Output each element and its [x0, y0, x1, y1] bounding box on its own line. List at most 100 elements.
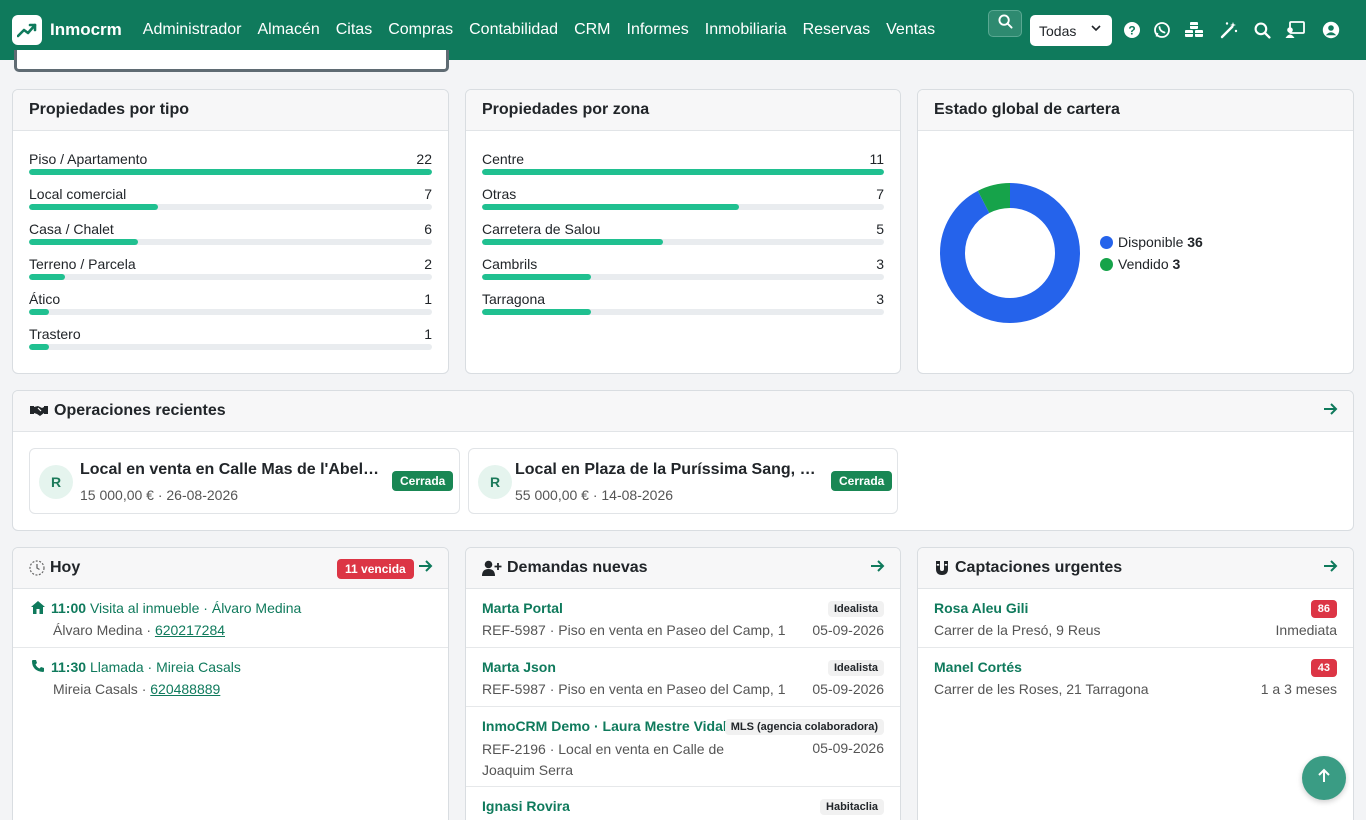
arrow-right-icon[interactable] [1322, 401, 1338, 422]
arrow-right-icon[interactable] [1322, 558, 1338, 579]
bar-row: Casa / Chalet 6 [29, 213, 432, 248]
user-screen-icon[interactable] [1285, 20, 1305, 40]
trending-up-icon [12, 15, 42, 45]
bar-row: Tarragona 3 [482, 283, 884, 318]
agenda-line: 11:30 Llamada · Mireia Casals [51, 659, 241, 675]
previous-card-bottom [14, 50, 449, 72]
source-badge: MLS (agencia colaboradora) [724, 719, 884, 735]
back-to-top-button[interactable] [1302, 756, 1346, 800]
listing-item[interactable]: Manel Cortés 43 Carrer de les Roses, 21 … [918, 648, 1353, 707]
agenda-description: Visita al inmueble · Álvaro Medina [89, 600, 302, 616]
help-icon[interactable]: ? [1122, 20, 1142, 40]
phone-link[interactable]: 620488889 [150, 681, 220, 697]
bar-fill [482, 239, 663, 245]
source-badge: Habitaclia [820, 799, 884, 815]
chart-legend: Disponible 36 Vendido 3 [1100, 234, 1203, 278]
bar-value: 3 [876, 291, 884, 307]
agenda-item[interactable]: 11:30 Llamada · Mireia Casals Mireia Cas… [13, 648, 448, 707]
card-header: Operaciones recientes [13, 391, 1353, 432]
card-title: Propiedades por tipo [13, 90, 448, 131]
operation-subtitle: 15 000,00 € · 26-08-2026 [80, 487, 239, 503]
magic-wand-icon[interactable] [1219, 20, 1239, 40]
brand-name: Inmocrm [50, 20, 122, 39]
nav-ventas[interactable]: Ventas [878, 0, 943, 60]
demand-item[interactable]: Marta Portal Idealista REF-5987 · Piso e… [466, 589, 900, 648]
search-icon[interactable] [1252, 20, 1272, 40]
source-badge: Idealista [827, 601, 884, 617]
arrow-right-icon[interactable] [869, 558, 885, 579]
company-select-value: Todas [1039, 22, 1077, 39]
bar-value: 1 [424, 326, 432, 342]
company-select[interactable]: Todas [1030, 15, 1112, 46]
bar-fill [29, 239, 138, 245]
agenda-line: 11:00 Visita al inmueble · Álvaro Medina [51, 600, 301, 616]
demand-item[interactable]: Ignasi Rovira Habitaclia [466, 787, 900, 820]
bar-fill [482, 309, 591, 315]
score-badge: 43 [1310, 659, 1337, 677]
nav-inmobiliaria[interactable]: Inmobiliaria [697, 0, 795, 60]
listing-item[interactable]: Rosa Aleu Gili 86 Carrer de la Presó, 9 … [918, 589, 1353, 648]
operation-title: Local en venta en Calle Mas de l'Abell..… [80, 461, 380, 478]
bar-fill [482, 274, 591, 280]
listing-owner[interactable]: Rosa Aleu Gili [934, 600, 1028, 616]
bar-value: 6 [424, 221, 432, 237]
bar-value: 1 [424, 291, 432, 307]
agenda-contact: Álvaro Medina · 620217284 [53, 622, 225, 638]
demand-reference-line2: Joaquim Serra [482, 762, 574, 778]
demand-date: 05-09-2026 [812, 681, 884, 697]
magnet-icon [934, 560, 950, 576]
card-title: Demandas nuevas [507, 559, 648, 576]
demand-item[interactable]: Marta Json Idealista REF-5987 · Piso en … [466, 648, 900, 707]
legend-label: Vendido [1118, 256, 1169, 272]
nav-informes[interactable]: Informes [619, 0, 697, 60]
demand-reference: REF-5987 · Piso en venta en Paseo del Ca… [482, 622, 786, 638]
card-title: Hoy [50, 559, 81, 576]
properties-by-zone-card: Propiedades por zona Centre 11 Otras 7 Carre… [465, 89, 901, 374]
brand[interactable]: Inmocrm [12, 15, 122, 45]
listing-owner[interactable]: Manel Cortés [934, 659, 1022, 675]
bar-row: Trastero 1 [29, 318, 432, 353]
bar-fill [29, 274, 66, 280]
user-circle-icon[interactable] [1321, 20, 1341, 40]
demand-name[interactable]: Marta Portal [482, 600, 563, 616]
menu-search-button[interactable] [988, 10, 1022, 37]
bar-value: 11 [869, 151, 884, 167]
demand-name[interactable]: Marta Json [482, 659, 556, 675]
whatsapp-icon[interactable] [1152, 20, 1172, 40]
nav-reservas[interactable]: Reservas [795, 0, 879, 60]
operation-title: Local en Plaza de la Puríssima Sang, Ce.… [515, 461, 825, 478]
demand-item[interactable]: InmoCRM Demo · Laura Mestre Vidal MLS (a… [466, 707, 900, 787]
legend-label: Disponible [1118, 234, 1184, 250]
agenda-item[interactable]: 11:00 Visita al inmueble · Álvaro Medina… [13, 589, 448, 648]
bar-label: Cambrils [482, 256, 538, 272]
arrow-right-icon[interactable] [417, 558, 433, 579]
phone-icon [31, 659, 45, 678]
bar-track [482, 239, 884, 245]
bar-label: Piso / Apartamento [29, 151, 148, 167]
agenda-description: Llamada · Mireia Casals [89, 659, 241, 675]
bar-track [29, 169, 432, 175]
properties-by-type-card: Propiedades por tipo Piso / Apartamento 2… [12, 89, 449, 374]
operation-item[interactable]: R Local en venta en Calle Mas de l'Abell… [29, 448, 460, 514]
portfolio-donut-chart [940, 183, 1080, 323]
overdue-badge[interactable]: 11 vencida [337, 559, 414, 579]
bar-track [482, 274, 884, 280]
demand-name[interactable]: InmoCRM Demo · Laura Mestre Vidal [482, 718, 727, 734]
demand-name[interactable]: Ignasi Rovira [482, 798, 570, 814]
legend-value: 36 [1187, 234, 1203, 250]
bar-row: Ático 1 [29, 283, 432, 318]
nav-crm[interactable]: CRM [566, 0, 618, 60]
operation-item[interactable]: R Local en Plaza de la Puríssima Sang, C… [468, 448, 898, 514]
bar-fill [29, 344, 50, 350]
card-header: Demandas nuevas [466, 548, 900, 589]
bar-track [482, 169, 884, 175]
cubes-icon[interactable] [1184, 20, 1204, 40]
nav-contabilidad[interactable]: Contabilidad [461, 0, 566, 60]
handshake-icon [29, 404, 49, 418]
legend-value: 3 [1172, 256, 1181, 272]
urgent-listings-card: Captaciones urgentes Rosa Aleu Gili 86 C… [917, 547, 1354, 820]
phone-link[interactable]: 620217284 [155, 622, 225, 638]
avatar: R [39, 465, 73, 499]
bar-value: 7 [424, 186, 432, 202]
source-badge: Idealista [827, 660, 884, 676]
